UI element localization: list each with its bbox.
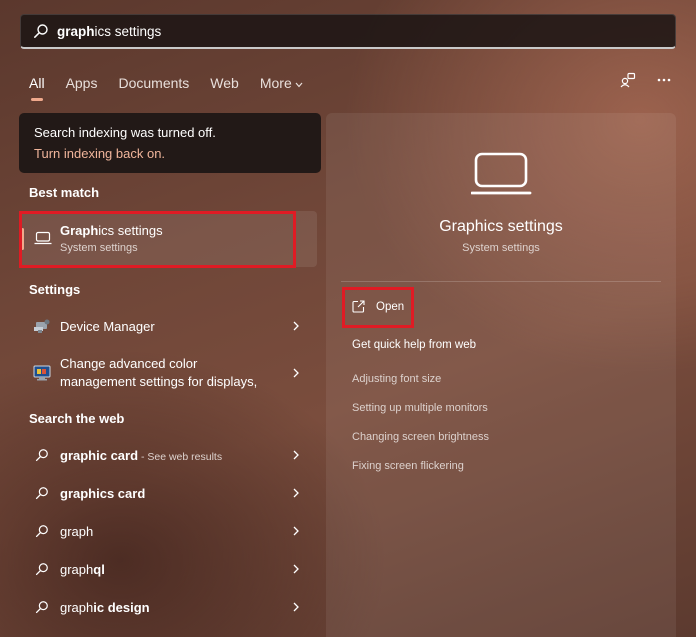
search-icon (32, 521, 52, 541)
device-manager-label: Device Manager (60, 318, 155, 334)
web-result-graphics-card[interactable]: graphics card (20, 481, 320, 505)
best-match-header: Best match (29, 185, 100, 200)
settings-item-device-manager[interactable]: Device Manager (20, 314, 320, 338)
tab-more-label: More (259, 75, 292, 91)
open-external-icon (352, 300, 365, 313)
tab-all[interactable]: All (29, 75, 45, 101)
search-query-match: graph (57, 23, 95, 39)
quick-help-header: Get quick help from web (352, 339, 477, 351)
detail-title: Graphics settings (439, 218, 563, 235)
best-match-title-rest: ics settings (98, 223, 163, 238)
tab-documents[interactable]: Documents (118, 75, 189, 91)
color-management-label-line1: Change advanced color (60, 356, 198, 371)
tab-apps[interactable]: Apps (66, 75, 98, 91)
best-match-graphics-settings[interactable]: Graphics settings System settings (19, 211, 317, 267)
color-management-icon (32, 363, 52, 383)
detail-divider (341, 281, 661, 282)
help-link-screen-flickering[interactable]: Fixing screen flickering (352, 460, 464, 472)
web-result-graphql[interactable]: graphql (20, 557, 320, 581)
web-result-match: graphic card (60, 447, 139, 463)
search-icon (32, 445, 52, 465)
web-result-rest: ql (93, 561, 105, 577)
web-result-graph[interactable]: graph (20, 519, 320, 543)
web-result-match: graph (60, 599, 94, 615)
search-icon (32, 597, 52, 617)
filter-tabs: All Apps Documents Web More (29, 72, 324, 101)
open-button[interactable]: Open (352, 300, 404, 313)
top-actions (620, 70, 672, 90)
laptop-icon (470, 152, 533, 201)
color-management-label: Change advanced color management setting… (60, 355, 290, 391)
web-result-match: graph (60, 485, 97, 501)
chevron-right-icon (290, 487, 302, 499)
chevron-right-icon (290, 525, 302, 537)
share-icon[interactable] (620, 70, 636, 90)
search-web-header: Search the web (29, 411, 125, 426)
best-match-title: Graphics settings (60, 223, 163, 238)
web-result-label: graphics card (60, 486, 290, 501)
search-icon (33, 23, 49, 39)
search-bar[interactable]: graph ics settings (20, 14, 676, 49)
web-result-label: graphql (60, 562, 290, 577)
tab-more[interactable]: More (260, 75, 303, 91)
web-result-rest: ic design (93, 599, 150, 615)
open-label: Open (376, 300, 405, 313)
search-icon (32, 483, 52, 503)
chevron-right-icon (290, 563, 302, 575)
color-management-label-line2: management settings for displays, (60, 374, 258, 389)
chevron-down-icon (295, 80, 303, 91)
indexing-message: Search indexing was turned off. (34, 125, 216, 140)
tab-web[interactable]: Web (210, 75, 239, 91)
web-result-match: graph (60, 561, 94, 577)
web-result-suffix: - See web results (138, 450, 223, 463)
web-result-label: graph (60, 523, 94, 539)
turn-indexing-on-link[interactable]: Turn indexing back on. (34, 146, 306, 161)
device-manager-icon (32, 316, 52, 336)
chevron-right-icon (290, 449, 302, 461)
chevron-right-icon (290, 367, 302, 379)
help-link-font-size[interactable]: Adjusting font size (352, 373, 441, 385)
chevron-right-icon (290, 320, 302, 332)
web-result-rest: ics card (96, 485, 146, 501)
web-result-graphic-card[interactable]: graphic card - See web results (20, 443, 320, 467)
search-icon (32, 559, 52, 579)
settings-header: Settings (29, 282, 81, 297)
web-result-label: graphic design (60, 600, 290, 615)
selection-indicator (21, 228, 24, 250)
detail-subtitle: System settings (462, 242, 540, 254)
more-options-icon[interactable] (656, 70, 672, 90)
best-match-subtitle: System settings (60, 242, 138, 254)
indexing-notice: Search indexing was turned off. Turn ind… (19, 113, 321, 173)
web-result-graphic-design[interactable]: graphic design (20, 595, 320, 619)
search-input[interactable]: graph ics settings (57, 15, 675, 47)
web-result-label: graphic card - See web results (60, 448, 290, 463)
settings-item-color-management[interactable]: Change advanced color management setting… (20, 354, 320, 392)
help-link-screen-brightness[interactable]: Changing screen brightness (352, 431, 489, 443)
help-link-multiple-monitors[interactable]: Setting up multiple monitors (352, 402, 488, 414)
chevron-right-icon (290, 601, 302, 613)
search-query-rest: ics settings (94, 23, 162, 39)
laptop-icon (34, 231, 52, 245)
best-match-title-match: Graph (60, 223, 99, 238)
